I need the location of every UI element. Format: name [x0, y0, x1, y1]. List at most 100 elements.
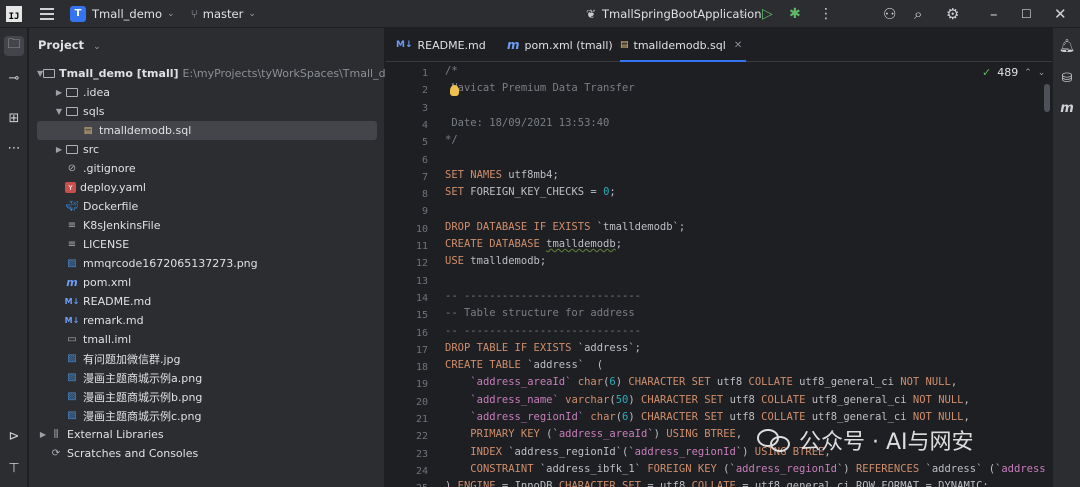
more-actions-button[interactable]: ⋮	[819, 5, 833, 23]
code-token: utf8	[716, 376, 749, 389]
code-line: `address_name` varchar(50) CHARACTER SET…	[445, 394, 970, 411]
tree-item-deploy[interactable]: Ydeploy.yaml	[29, 178, 385, 197]
tree-item-k8s[interactable]: ≡ K8sJenkinsFile	[29, 216, 385, 235]
tree-item-sqls[interactable]: ▼ sqls	[29, 102, 385, 121]
code-line: -- Table structure for address	[445, 307, 635, 324]
code-token: address_regionId	[735, 462, 837, 475]
gitignore-icon: ⊘	[67, 163, 77, 174]
chevron-right-icon[interactable]: ▶	[53, 88, 65, 97]
tree-item-pom[interactable]: m pom.xml	[29, 273, 385, 292]
tree-item-extlib[interactable]: ▶ ⫼ External Libraries	[29, 425, 385, 444]
code-token: address_a	[1001, 462, 1045, 475]
tree-item-label: remark.md	[83, 314, 144, 327]
services-tool-icon[interactable]: ⊳	[4, 426, 24, 446]
code-line: /*	[445, 65, 458, 82]
tree-item-label: deploy.yaml	[80, 181, 146, 194]
commit-tool-icon[interactable]: ⊸	[4, 68, 24, 88]
line-number: 5	[421, 137, 428, 149]
tree-item-root[interactable]: ▼ Tmall_demo [tmall] E:\myProjects\tyWorkS…	[29, 64, 410, 83]
code-token: utf8_general_ci	[811, 393, 913, 406]
line-number: 4	[421, 119, 428, 131]
line-number: 10	[415, 223, 428, 235]
folder-icon	[65, 87, 79, 99]
code-token: `address` (`	[925, 462, 1002, 475]
code-line: CREATE TABLE `address` (	[445, 359, 603, 376]
chevron-right-icon[interactable]: ▶	[37, 430, 49, 439]
tree-item-sqlfile[interactable]: ▤ tmalldemodb.sql	[37, 121, 377, 140]
code-line: SET NAMES utf8mb4;	[445, 169, 559, 186]
line-number: 2	[421, 85, 428, 97]
tab-readme[interactable]: M↓ README.md	[396, 28, 486, 62]
terminal-tool-icon[interactable]: ⊤	[4, 458, 24, 478]
debug-button[interactable]: ✱	[789, 5, 801, 23]
tree-item-label: 有问题加微信群.jpg	[83, 352, 181, 366]
run-button[interactable]: ▷	[762, 5, 773, 23]
code-line: -- ----------------------------	[445, 325, 641, 342]
code-token: SET NAMES	[445, 168, 509, 181]
code-token: -- Table structure for address	[445, 307, 635, 320]
project-switcher[interactable]: Tmall_demo	[92, 7, 162, 21]
tree-item-remark[interactable]: M↓ remark.md	[29, 311, 385, 330]
code-token: `address_regionId`(`	[508, 445, 635, 458]
tree-item-demob[interactable]: ▨ 漫画主题商城示例b.png	[29, 387, 385, 406]
tree-item-readme[interactable]: M↓ README.md	[29, 292, 385, 311]
tab-tmalldemodb-sql[interactable]: ▤ tmalldemodb.sql ✕	[620, 28, 747, 62]
library-icon: ⫼	[53, 429, 59, 440]
project-tool-icon[interactable]: 🗀	[4, 36, 24, 56]
tree-item-demoa[interactable]: ▨ 漫画主题商城示例a.png	[29, 368, 385, 387]
tree-item-mmqr[interactable]: ▨ mmqrcode1672065137273.png	[29, 254, 385, 273]
code-token: char	[590, 411, 616, 423]
chevron-right-icon[interactable]: ▶	[53, 145, 65, 154]
code-token: ,	[963, 393, 970, 406]
tree-item-label: tmall.iml	[83, 333, 132, 346]
code-token: ,	[950, 376, 958, 389]
tree-item-democ[interactable]: ▨ 漫画主题商城示例c.png	[29, 406, 385, 425]
tree-item-idea[interactable]: ▶ .idea	[29, 83, 385, 102]
database-icon[interactable]: ⛁	[1057, 68, 1077, 88]
tree-item-iml[interactable]: ▭ tmall.iml	[29, 330, 385, 349]
tree-item-src[interactable]: ▶ src	[29, 140, 385, 159]
project-badge[interactable]: T	[70, 5, 86, 22]
code-token: COLLATE	[691, 480, 743, 487]
minimize-button[interactable]: –	[990, 5, 998, 23]
add-user-icon[interactable]: ⚇	[883, 5, 896, 23]
branch-switcher[interactable]: master	[203, 7, 244, 21]
line-number: 25	[416, 480, 428, 487]
close-tab-icon[interactable]: ✕	[734, 40, 742, 51]
more-tools-icon[interactable]: ⋯	[4, 138, 24, 158]
tree-item-scratch[interactable]: ⟳ Scratches and Consoles	[29, 444, 385, 463]
chevron-down-icon[interactable]: ▼	[53, 107, 65, 116]
project-panel-title[interactable]: Project ⌄	[38, 38, 101, 52]
line-number: 22	[415, 431, 428, 443]
intention-bulb-icon[interactable]	[450, 85, 459, 96]
code-line: USE tmalldemodb;	[445, 255, 546, 272]
structure-tool-icon[interactable]: ⊞	[4, 108, 24, 128]
tab-pom[interactable]: m pom.xml (tmall)	[507, 28, 613, 62]
tree-item-label: External Libraries	[67, 428, 164, 441]
maximize-button[interactable]: ☐	[1021, 5, 1032, 23]
code-token: utf8	[729, 393, 762, 406]
maven-tool-icon[interactable]: m	[1057, 98, 1077, 118]
sql-file-icon: ▤	[83, 125, 93, 136]
code-token: `)	[647, 428, 667, 441]
code-token: CREATE TABLE	[445, 359, 528, 372]
editor-scrollbar[interactable]	[1044, 84, 1050, 112]
notifications-icon[interactable]: 🔔︎	[1057, 36, 1077, 56]
tree-item-license[interactable]: ≡ LICENSE	[29, 235, 385, 254]
tree-item-label: LICENSE	[83, 238, 130, 251]
run-configuration-select[interactable]: TmallSpringBootApplication	[602, 7, 762, 21]
close-window-button[interactable]: ✕	[1054, 5, 1067, 23]
code-token: tmalldemodb;	[470, 255, 547, 268]
gear-icon[interactable]: ⚙	[946, 5, 959, 23]
code-line: `address_areaId` char(6) CHARACTER SET u…	[445, 376, 957, 393]
tree-item-wechat[interactable]: ▨ 有问题加微信群.jpg	[29, 349, 385, 368]
code-token: FOREIGN_KEY_CHECKS =	[470, 186, 604, 199]
chevron-down-icon: ⌄	[167, 8, 175, 19]
tree-item-dockerfile[interactable]: 🐳︎ Dockerfile	[29, 197, 385, 216]
search-icon[interactable]: ⌕	[914, 5, 922, 23]
code-token: `address_areaId`	[470, 376, 572, 389]
main-menu-icon[interactable]	[40, 7, 54, 20]
code-token: `address_ibfk_1`	[539, 462, 648, 475]
code-token: `)	[836, 462, 856, 475]
tree-item-gitignore[interactable]: ⊘ .gitignore	[29, 159, 385, 178]
